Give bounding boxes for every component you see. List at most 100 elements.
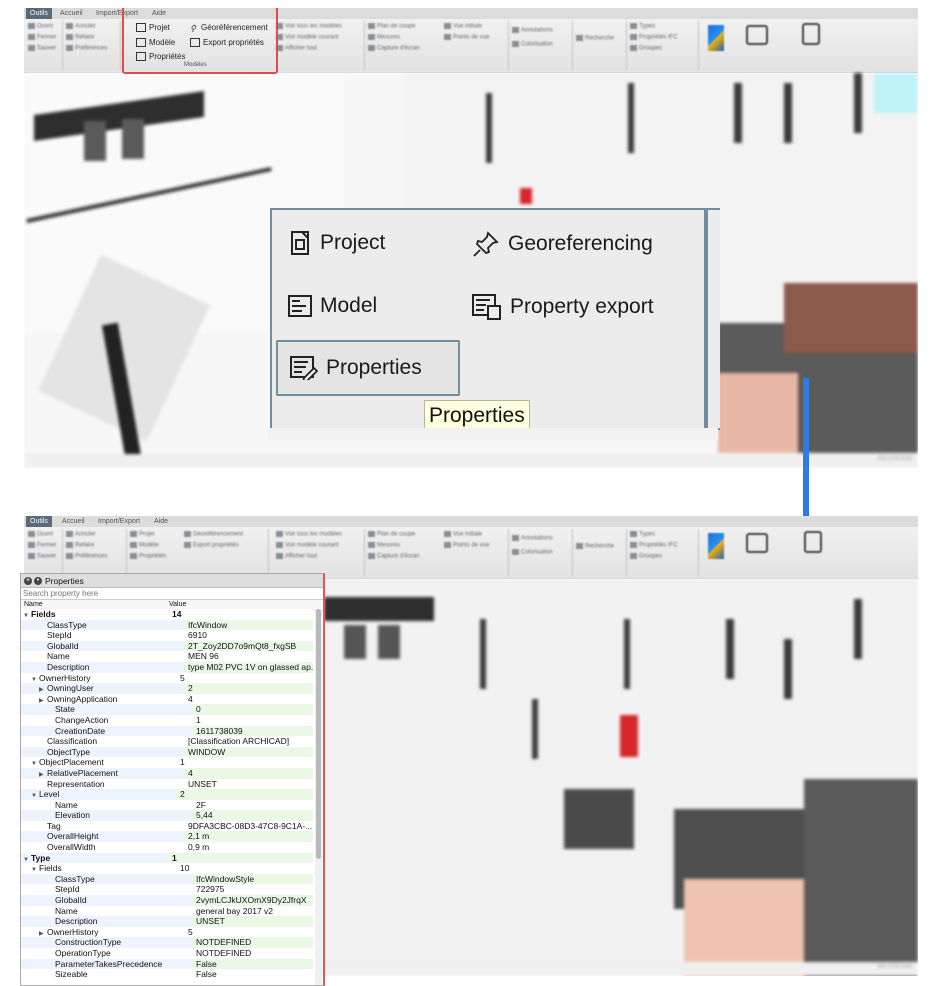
georeferencing-button[interactable]: Georeferencing xyxy=(472,230,653,258)
search-input[interactable] xyxy=(21,589,323,600)
expand-toggle-icon[interactable]: ▶ xyxy=(39,696,47,705)
properties-icon xyxy=(290,356,318,380)
tab-accueil[interactable]: Accueil xyxy=(56,8,87,19)
property-value: IfcWindow xyxy=(184,619,313,631)
zoom-bottom-strip xyxy=(268,428,718,440)
property-value: 1 xyxy=(168,852,313,864)
ribbon-project-button[interactable]: Projet xyxy=(136,23,170,32)
property-value: 2,1 m xyxy=(184,831,313,843)
ribbon-georeferencing-button[interactable]: ⚲ Géoréférencement xyxy=(190,23,268,33)
property-row[interactable]: ParameterTakesPrecedence False xyxy=(21,958,313,970)
scrollbar-thumb[interactable] xyxy=(316,609,321,859)
property-row[interactable]: Classification [Classification ARCHICAD] xyxy=(21,736,313,747)
property-row[interactable]: ▼ Fields 10 xyxy=(21,863,313,874)
tab-aide-bottom[interactable]: Aide xyxy=(150,516,172,527)
property-row[interactable]: ClassType IfcWindowStyle xyxy=(21,873,313,885)
model-button[interactable]: Model xyxy=(288,294,377,318)
property-row[interactable]: ▼ OwnerHistory 5 xyxy=(21,672,313,684)
property-row[interactable]: Representation UNSET xyxy=(21,778,313,790)
property-row[interactable]: StepId 6910 xyxy=(21,630,313,641)
property-row[interactable]: ▶ OwnerHistory 5 xyxy=(21,926,313,938)
property-name: OperationType xyxy=(55,948,111,958)
property-name: ChangeAction xyxy=(55,714,109,725)
property-name: ConstructionType xyxy=(55,937,122,948)
property-name: Level xyxy=(39,789,60,800)
property-rows: ▼ Fields 14 ClassType IfcWindow StepId 6910 Glo… xyxy=(21,609,313,980)
expand-toggle-icon[interactable]: ▼ xyxy=(23,855,31,864)
property-row[interactable]: Tag 9DFA3CBC-08D3-47C8-9C1A-... xyxy=(21,820,313,832)
property-row[interactable]: ▶ OwningUser 2 xyxy=(21,683,313,694)
col-name-header[interactable]: Name xyxy=(21,600,166,610)
property-row[interactable]: ▶ RelativePlacement 4 xyxy=(21,767,313,779)
expand-toggle-icon[interactable]: ▼ xyxy=(31,675,39,684)
vertical-scrollbar[interactable] xyxy=(315,609,322,985)
properties-titlebar[interactable]: × • Properties xyxy=(21,574,323,588)
property-value: 1611738039 xyxy=(192,725,313,737)
group-label-models: Modèles xyxy=(184,62,207,68)
tab-accueil-bottom[interactable]: Accueil xyxy=(58,516,89,527)
property-row[interactable]: ▼ Level 2 xyxy=(21,789,313,800)
expand-toggle-icon[interactable]: ▼ xyxy=(23,611,31,620)
property-export-button[interactable]: Property export xyxy=(472,294,654,320)
ribbon-property-export-button[interactable]: Export propriétés xyxy=(190,38,264,47)
property-row[interactable]: Sizeable False xyxy=(21,969,313,980)
expand-toggle-icon[interactable]: ▼ xyxy=(31,865,39,874)
property-row[interactable]: ▼ ObjectPlacement 1 xyxy=(21,757,313,768)
tab-import-export-bottom[interactable]: Import/Export xyxy=(94,516,144,527)
expand-toggle-icon[interactable]: ▶ xyxy=(39,929,47,938)
property-row[interactable]: OverallHeight 2,1 m xyxy=(21,831,313,843)
property-row[interactable]: StepId 722975 xyxy=(21,884,313,896)
property-row[interactable]: OverallWidth 0,9 m xyxy=(21,842,313,853)
property-row[interactable]: Name 2F xyxy=(21,799,313,811)
ribbon-model-button[interactable]: Modèle xyxy=(136,38,175,47)
properties-title: Properties xyxy=(45,575,84,586)
property-row[interactable]: ClassType IfcWindow xyxy=(21,619,313,631)
expand-toggle-icon[interactable]: ▶ xyxy=(39,770,47,779)
property-row[interactable]: ▼ Type 1 xyxy=(21,852,313,864)
property-row[interactable]: ChangeAction 1 xyxy=(21,714,313,726)
property-value: UNSET xyxy=(184,778,313,790)
expand-toggle-icon[interactable]: ▼ xyxy=(31,759,39,768)
ribbon-body-blurred-bottom: Ouvrir Fermer Sauver Annuler Refaire Préfére… xyxy=(24,527,918,578)
property-row[interactable]: ▶ OwningApplication 4 xyxy=(21,693,313,705)
tab-outils[interactable]: Outils xyxy=(26,8,52,19)
property-value: 5 xyxy=(176,672,313,684)
property-row[interactable]: Elevation 5,44 xyxy=(21,810,313,821)
property-value: 0,9 m xyxy=(184,842,313,853)
col-value-header[interactable]: Value xyxy=(166,600,186,610)
property-value: 5,44 xyxy=(192,810,313,821)
property-row[interactable]: State 0 xyxy=(21,704,313,715)
properties-button-label[interactable]: Properties xyxy=(290,356,422,380)
property-row[interactable]: Name general bay 2017 v2 xyxy=(21,905,313,917)
property-row[interactable]: CreationDate 1611738039 xyxy=(21,725,313,737)
close-icon[interactable]: × xyxy=(24,576,32,585)
expand-toggle-icon[interactable]: ▶ xyxy=(39,685,47,694)
property-name: Classification xyxy=(47,736,98,747)
property-name: Fields xyxy=(31,609,56,619)
expand-toggle-icon[interactable]: ▼ xyxy=(31,791,39,800)
property-row[interactable]: ConstructionType NOTDEFINED xyxy=(21,937,313,948)
project-button[interactable]: Project xyxy=(290,230,385,256)
tab-outils-bottom[interactable]: Outils xyxy=(26,516,52,527)
property-row[interactable]: Name MEN 96 xyxy=(21,651,313,662)
property-row[interactable]: GlobalId 2vymLCJkUXOmX9Dy2JfrqX xyxy=(21,895,313,906)
property-value: NOTDEFINED xyxy=(192,948,313,959)
property-value: 2T_Zoy2DD7o9mQt8_fxgSB xyxy=(184,640,313,652)
property-row[interactable]: Description type M02 PVC 1V on glassed ap… xyxy=(21,661,313,673)
project-icon xyxy=(291,231,309,255)
property-row[interactable]: GlobalId 2T_Zoy2DD7o9mQt8_fxgSB xyxy=(21,640,313,652)
property-name: CreationDate xyxy=(55,725,106,736)
property-name: ObjectType xyxy=(47,746,90,757)
property-name: Sizeable xyxy=(55,969,88,980)
property-row[interactable]: OperationType NOTDEFINED xyxy=(21,948,313,959)
property-row[interactable]: ▼ Fields 14 xyxy=(21,609,313,620)
zoomed-ribbon-next-group xyxy=(706,208,720,430)
property-value: general bay 2017 v2 xyxy=(192,905,313,917)
property-row[interactable]: ObjectType WINDOW xyxy=(21,746,313,758)
properties-window[interactable]: × • Properties Name Value ▼Fields14Class… xyxy=(20,573,325,986)
ribbon-properties-button[interactable]: Propriétés xyxy=(136,52,185,61)
property-value: 2 xyxy=(176,789,313,800)
property-name: ClassType xyxy=(47,619,87,630)
pin-window-icon[interactable]: • xyxy=(34,576,42,585)
property-row[interactable]: Description UNSET xyxy=(21,916,313,927)
